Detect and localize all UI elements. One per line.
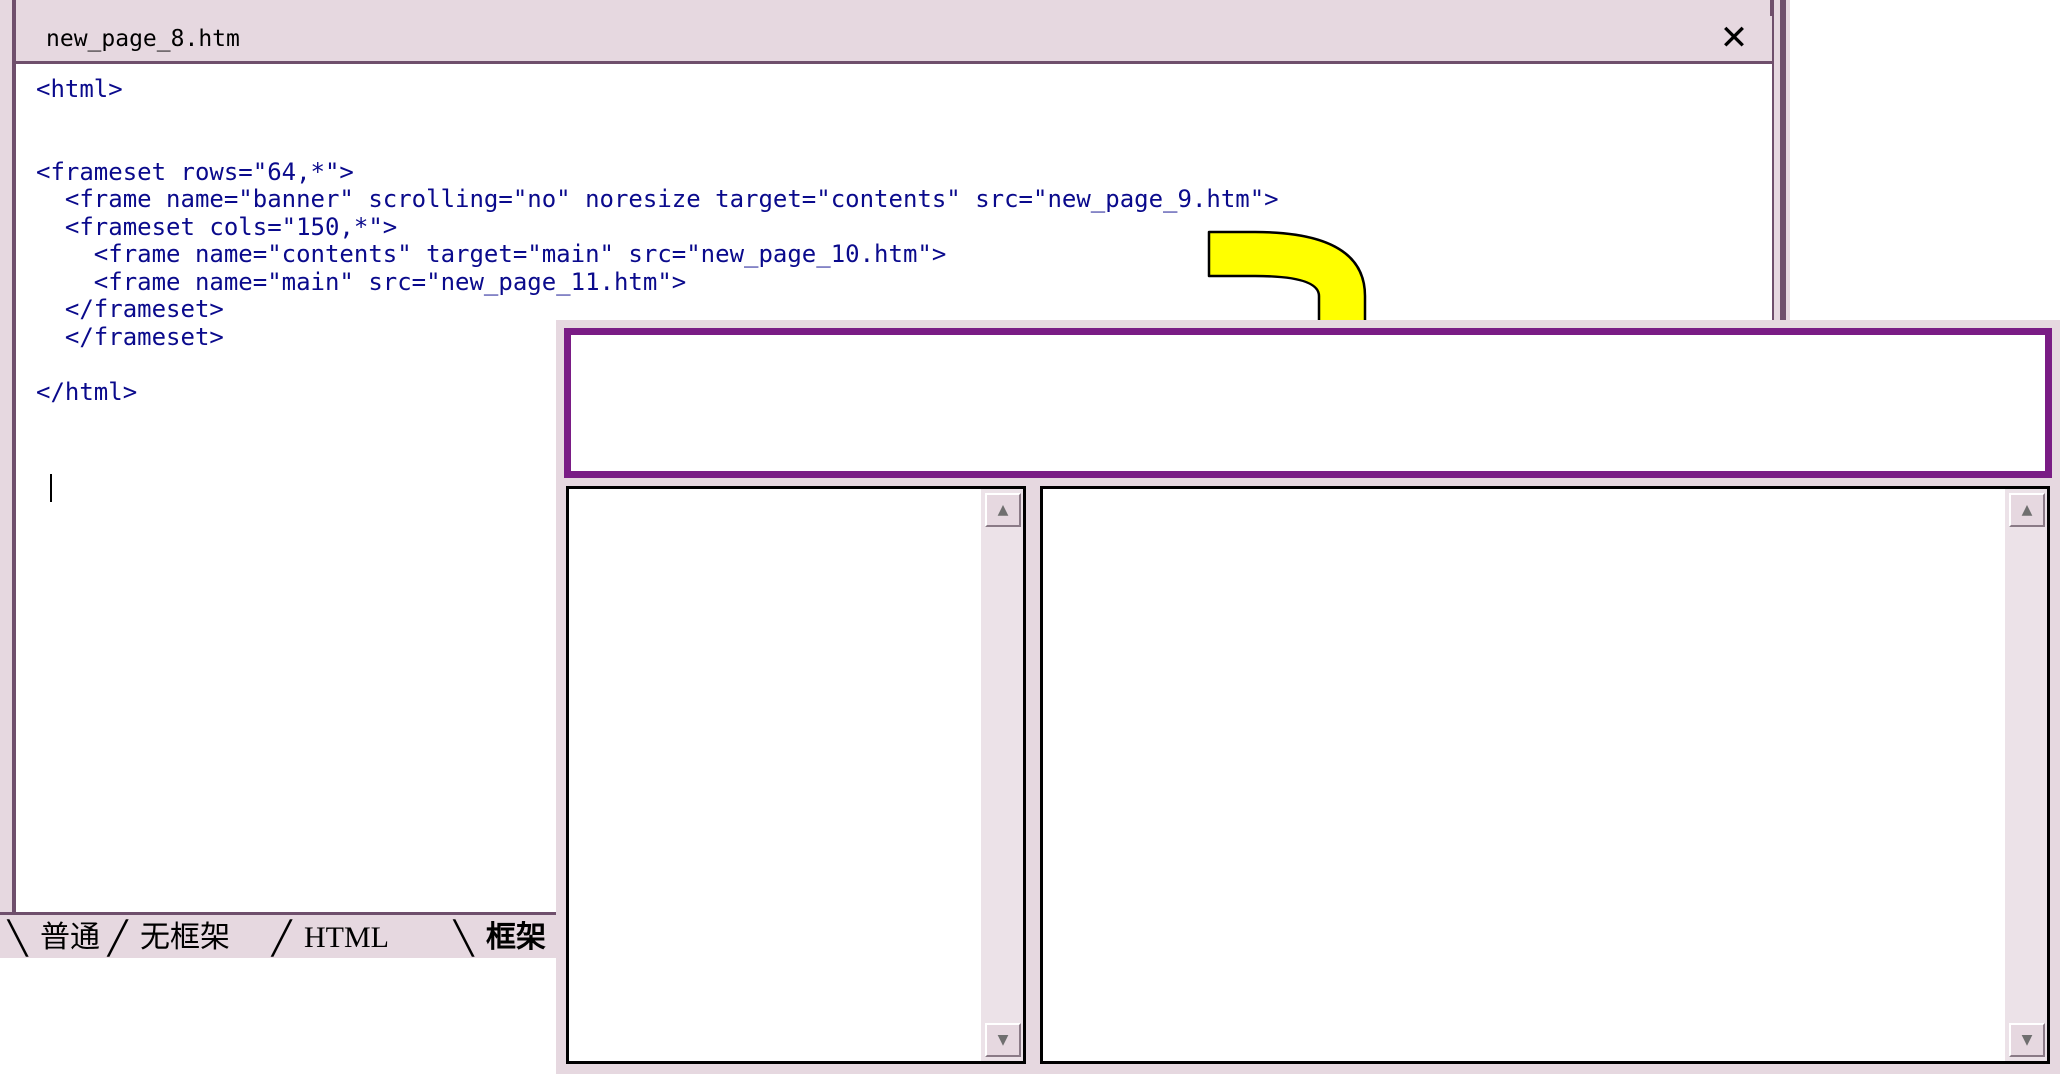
scroll-down-icon[interactable]: ▼ [985,1023,1021,1057]
main-scrollbar[interactable]: ▲ ▼ [2003,489,2047,1061]
main-frame[interactable]: ▲ ▼ [1040,486,2050,1064]
tab-frames[interactable]: 框架 [486,919,546,957]
close-icon[interactable]: ✕ [1716,20,1752,56]
code-line: <frame name="main" src="new_page_11.htm"… [36,267,687,296]
tab-separator: ╱ [108,919,128,957]
tab-no-frames[interactable]: 无框架 [140,919,230,957]
document-title: new_page_8.htm [46,26,240,52]
contents-frame[interactable]: ▲ ▼ [566,486,1026,1064]
code-line: </frameset> [36,322,224,351]
banner-frame[interactable] [564,328,2052,478]
code-line: <frameset rows="64,*"> [36,157,354,186]
code-line: <frameset cols="150,*"> [36,212,398,241]
tab-html[interactable]: HTML [304,919,389,957]
code-line: <frame name="contents" target="main" src… [36,240,947,268]
frameset-preview: ▲ ▼ ▲ ▼ [556,320,2060,1074]
contents-scrollbar[interactable]: ▲ ▼ [979,489,1023,1061]
tab-separator: ╲ [8,919,28,957]
code-line: </frameset> [36,295,224,323]
editor-titlebar: new_page_8.htm ✕ [16,16,1772,64]
scroll-up-icon[interactable]: ▲ [985,493,1021,527]
code-line: </html> [36,377,138,406]
text-caret [50,474,52,502]
scroll-up-icon[interactable]: ▲ [2009,493,2045,527]
tab-normal[interactable]: 普通 [40,919,100,957]
scroll-down-icon[interactable]: ▼ [2009,1023,2045,1057]
code-line: <frame name="banner" scrolling="no" nore… [36,185,1279,213]
tab-separator: ╱ [272,919,292,957]
tab-separator: ╲ [454,919,474,957]
code-line: <html> [36,75,123,103]
